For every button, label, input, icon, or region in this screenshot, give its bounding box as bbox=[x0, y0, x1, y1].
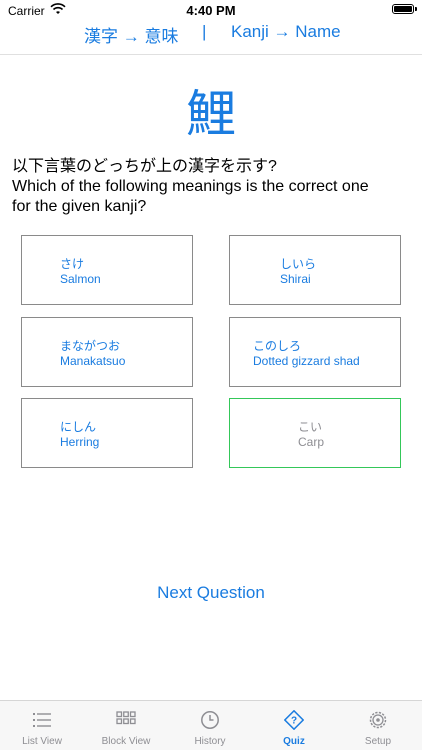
status-bar: Carrier 4:40 PM bbox=[0, 0, 422, 20]
tab-quiz[interactable]: ? Quiz bbox=[252, 701, 336, 750]
answer-kana: まながつお bbox=[60, 339, 121, 353]
answer-meaning: Salmon bbox=[60, 272, 101, 286]
tab-block-view[interactable]: Block View bbox=[84, 701, 168, 750]
question-english-line2: for the given kanji? bbox=[12, 198, 147, 215]
question-text: 以下言葉のどっちが上の漢字を示す? Which of the following… bbox=[12, 157, 412, 217]
answer-meaning: Shirai bbox=[280, 272, 311, 286]
answer-option-carp[interactable]: こい Carp bbox=[229, 398, 401, 468]
answer-option-salmon[interactable]: さけ Salmon bbox=[21, 235, 193, 305]
answer-meaning: Dotted gizzard shad bbox=[253, 354, 360, 368]
list-icon bbox=[33, 713, 51, 727]
answer-kana: しいら bbox=[280, 257, 317, 271]
battery-cap bbox=[415, 7, 417, 11]
question-japanese: 以下言葉のどっちが上の漢字を示す? bbox=[12, 158, 277, 175]
mode-kanji-to-meaning[interactable]: 漢字 → 意味 bbox=[84, 22, 178, 47]
quiz-kanji: 鯉 bbox=[186, 86, 236, 142]
gear-icon bbox=[369, 711, 387, 729]
tab-label: Block View bbox=[101, 736, 151, 747]
tab-label: History bbox=[194, 736, 226, 747]
clock-icon bbox=[201, 711, 219, 729]
tab-label: Quiz bbox=[283, 736, 305, 747]
battery-icon bbox=[392, 4, 414, 14]
answer-option-shirai[interactable]: しいら Shirai bbox=[229, 235, 401, 305]
question-diamond-icon: ? bbox=[284, 710, 304, 730]
answer-meaning: Carp bbox=[298, 435, 325, 449]
quiz-screen: Carrier 4:40 PM 漢字 → 意味 | Kanji → Name 鯉… bbox=[0, 0, 422, 750]
mode-separator: | bbox=[202, 22, 207, 41]
answer-meaning: Manakatsuo bbox=[60, 354, 126, 368]
clock: 4:40 PM bbox=[186, 3, 236, 18]
answer-option-herring[interactable]: にしん Herring bbox=[21, 398, 193, 468]
tab-setup[interactable]: Setup bbox=[336, 701, 420, 750]
grid-icon bbox=[116, 711, 136, 725]
answer-kana: このしろ bbox=[253, 339, 302, 353]
answer-option-dotted-gizzard-shad[interactable]: このしろ Dotted gizzard shad bbox=[229, 317, 401, 387]
answer-kana: にしん bbox=[60, 420, 97, 434]
tab-list-view[interactable]: List View bbox=[0, 701, 84, 750]
tab-history[interactable]: History bbox=[168, 701, 252, 750]
mode-kanji-to-name[interactable]: Kanji → Name bbox=[231, 22, 341, 42]
question-english-line1: Which of the following meanings is the c… bbox=[12, 178, 369, 195]
tab-label: Setup bbox=[364, 736, 392, 747]
tab-bar: List View Block View History ? Quiz Setu… bbox=[0, 700, 422, 750]
answer-kana: さけ bbox=[60, 257, 85, 271]
svg-text:?: ? bbox=[291, 716, 297, 727]
tab-label: List View bbox=[22, 736, 62, 747]
answer-meaning: Herring bbox=[60, 435, 100, 449]
answer-kana: こい bbox=[298, 420, 323, 434]
next-question-button[interactable]: Next Question bbox=[0, 583, 422, 603]
mode-switcher: 漢字 → 意味 | Kanji → Name bbox=[0, 20, 422, 55]
answer-option-manakatsuo[interactable]: まながつお Manakatsuo bbox=[21, 317, 193, 387]
